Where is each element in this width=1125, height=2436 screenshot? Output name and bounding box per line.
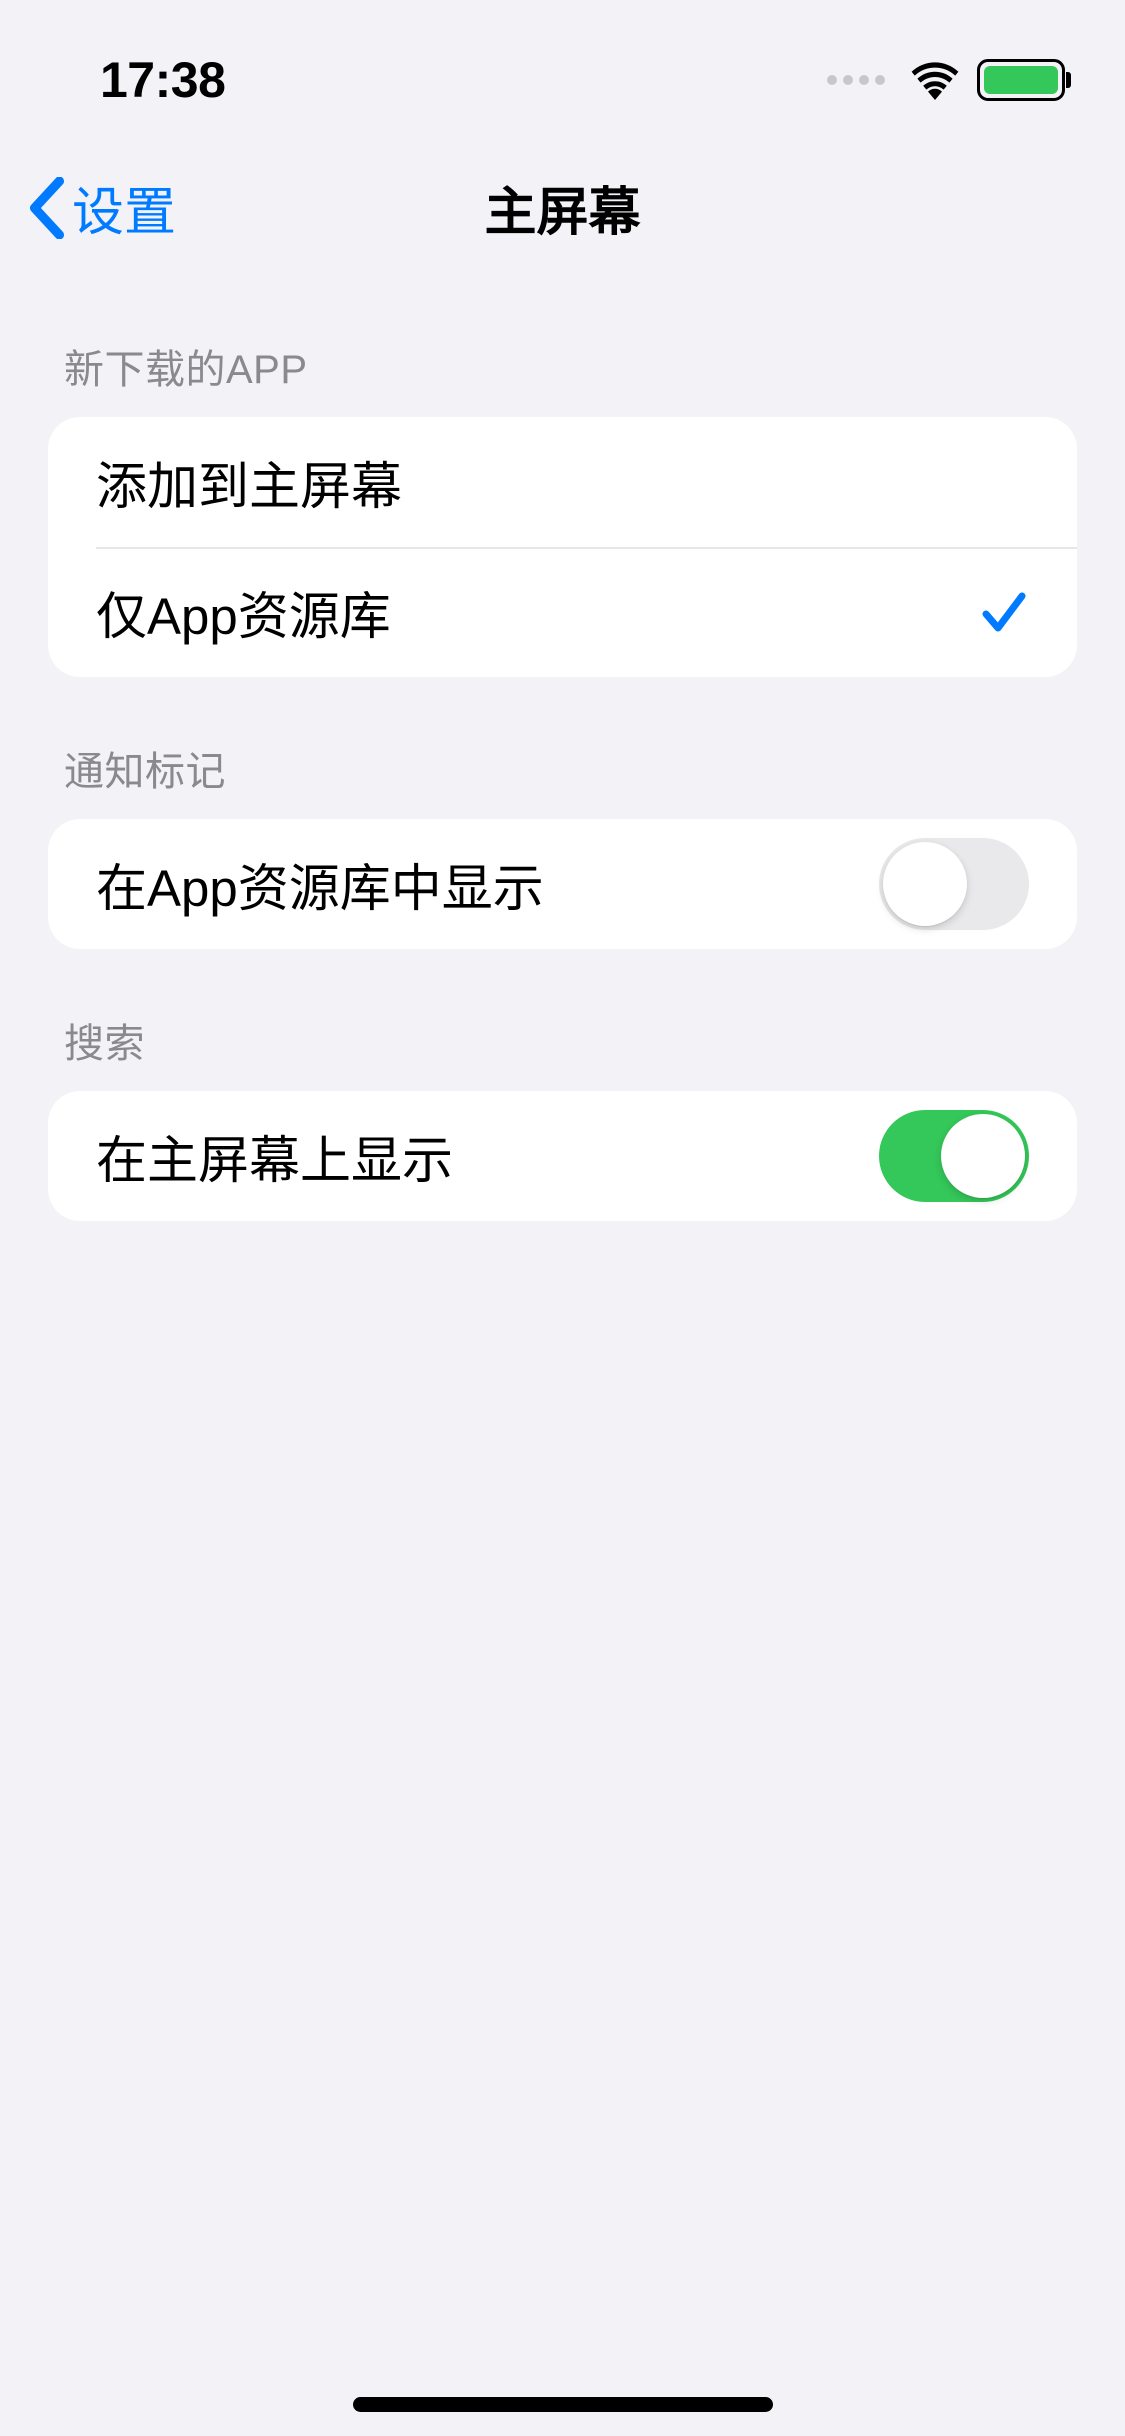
group-new-downloads: 添加到主屏幕 仅App资源库 [48,417,1077,677]
battery-icon [977,59,1065,101]
group-search: 在主屏幕上显示 [48,1091,1077,1221]
back-button[interactable]: 设置 [28,170,176,245]
switch-show-on-home[interactable] [879,1110,1029,1202]
row-app-library-only[interactable]: 仅App资源库 [48,547,1077,677]
group-badges: 在App资源库中显示 [48,819,1077,949]
page-title: 主屏幕 [484,170,640,245]
navigation-bar: 设置 主屏幕 [0,140,1125,275]
row-label: 仅App资源库 [96,575,391,649]
row-label: 添加到主屏幕 [96,445,402,519]
switch-show-in-app-library[interactable] [879,838,1029,930]
status-bar: 17:38 [0,0,1125,140]
row-label: 在App资源库中显示 [96,847,544,921]
row-add-to-home[interactable]: 添加到主屏幕 [48,417,1077,547]
row-show-in-app-library: 在App资源库中显示 [48,819,1077,949]
section-header-search: 搜索 [48,949,1077,1091]
section-header-badges: 通知标记 [48,677,1077,819]
signal-dots-icon [827,75,885,85]
status-time: 17:38 [100,51,225,109]
status-indicators [827,59,1065,101]
row-label: 在主屏幕上显示 [96,1119,453,1193]
home-indicator[interactable] [353,2397,773,2412]
wifi-icon [909,60,961,100]
chevron-left-icon [28,177,66,239]
checkmark-icon [979,588,1029,636]
back-label: 设置 [72,170,176,245]
section-header-new-downloads: 新下载的APP [48,275,1077,417]
settings-content: 新下载的APP 添加到主屏幕 仅App资源库 通知标记 在App资源库中显示 搜… [0,275,1125,1221]
row-show-on-home: 在主屏幕上显示 [48,1091,1077,1221]
